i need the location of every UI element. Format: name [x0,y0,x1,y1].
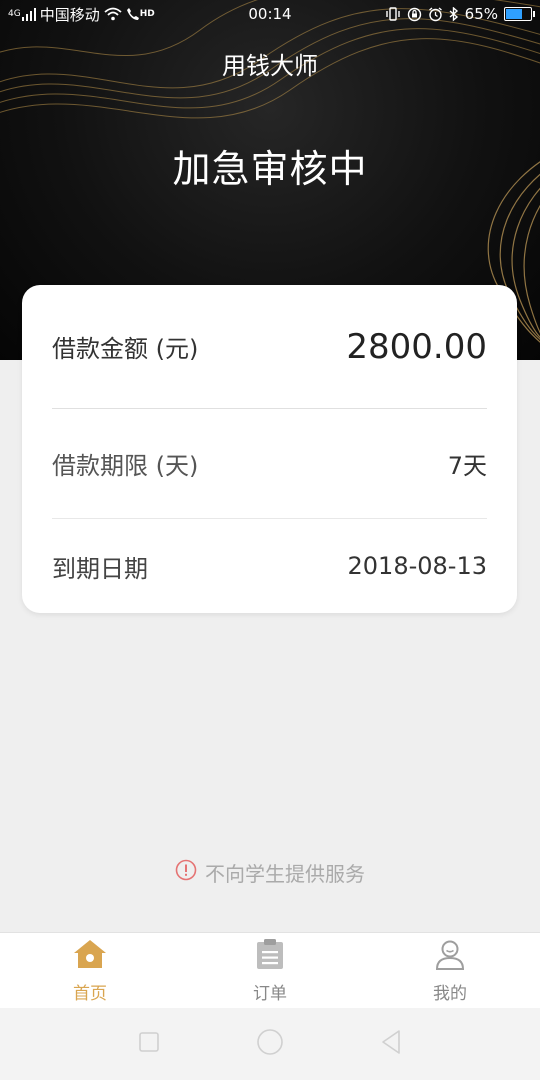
bluetooth-icon [449,6,459,22]
bottom-tab-bar: 首页 订单 我的 [0,932,540,1008]
clipboard-icon [255,938,285,975]
status-bar: 4G 中国移动 HD 00:14 65% [0,0,540,28]
notice-text: 不向学生提供服务 [205,862,365,886]
loan-term-row: 借款期限 (天) 7天 [52,409,487,519]
network-type-label: 4G [8,9,21,19]
tab-home-label: 首页 [73,983,107,1004]
tab-profile-label: 我的 [433,983,467,1004]
loan-term-label: 借款期限 (天) [52,452,199,480]
app-title: 用钱大师 [222,52,318,80]
user-icon [434,938,466,975]
alarm-icon [428,6,443,22]
system-nav-bar [0,1008,540,1080]
vibrate-icon [385,7,401,21]
review-status-heading: 加急审核中 [172,147,368,191]
back-button[interactable] [379,1029,403,1059]
home-button[interactable] [255,1027,285,1061]
loan-amount-value: 2800.00 [346,326,487,367]
due-date-label: 到期日期 [52,554,148,583]
circle-icon [257,1029,283,1055]
back-triangle-icon [382,1030,400,1054]
student-notice: 不向学生提供服务 [0,858,540,887]
due-date-value: 2018-08-13 [347,552,487,580]
battery-icon [504,7,535,21]
battery-percent: 65% [464,5,498,23]
due-date-row: 到期日期 2018-08-13 [52,519,487,613]
loan-details-card: 借款金额 (元) 2800.00 借款期限 (天) 7天 到期日期 2018-0… [22,285,517,613]
wifi-icon [104,7,122,21]
rotation-lock-icon [407,7,422,22]
carrier-label: 中国移动 [39,5,100,24]
square-icon [139,1032,159,1052]
loan-term-value: 7天 [447,452,487,480]
hd-call-icon: HD [126,7,155,21]
recent-apps-button[interactable] [137,1030,161,1058]
signal-icon: 4G [8,7,36,21]
home-icon [73,938,107,975]
tab-orders-label: 订单 [253,983,287,1004]
tab-profile[interactable]: 我的 [360,933,540,1008]
loan-amount-row: 借款金额 (元) 2800.00 [52,285,487,409]
tab-home[interactable]: 首页 [0,933,180,1008]
loan-amount-label: 借款金额 (元) [52,335,199,363]
warning-icon [175,859,197,886]
hd-label: HD [139,9,155,19]
tab-orders[interactable]: 订单 [180,933,360,1008]
